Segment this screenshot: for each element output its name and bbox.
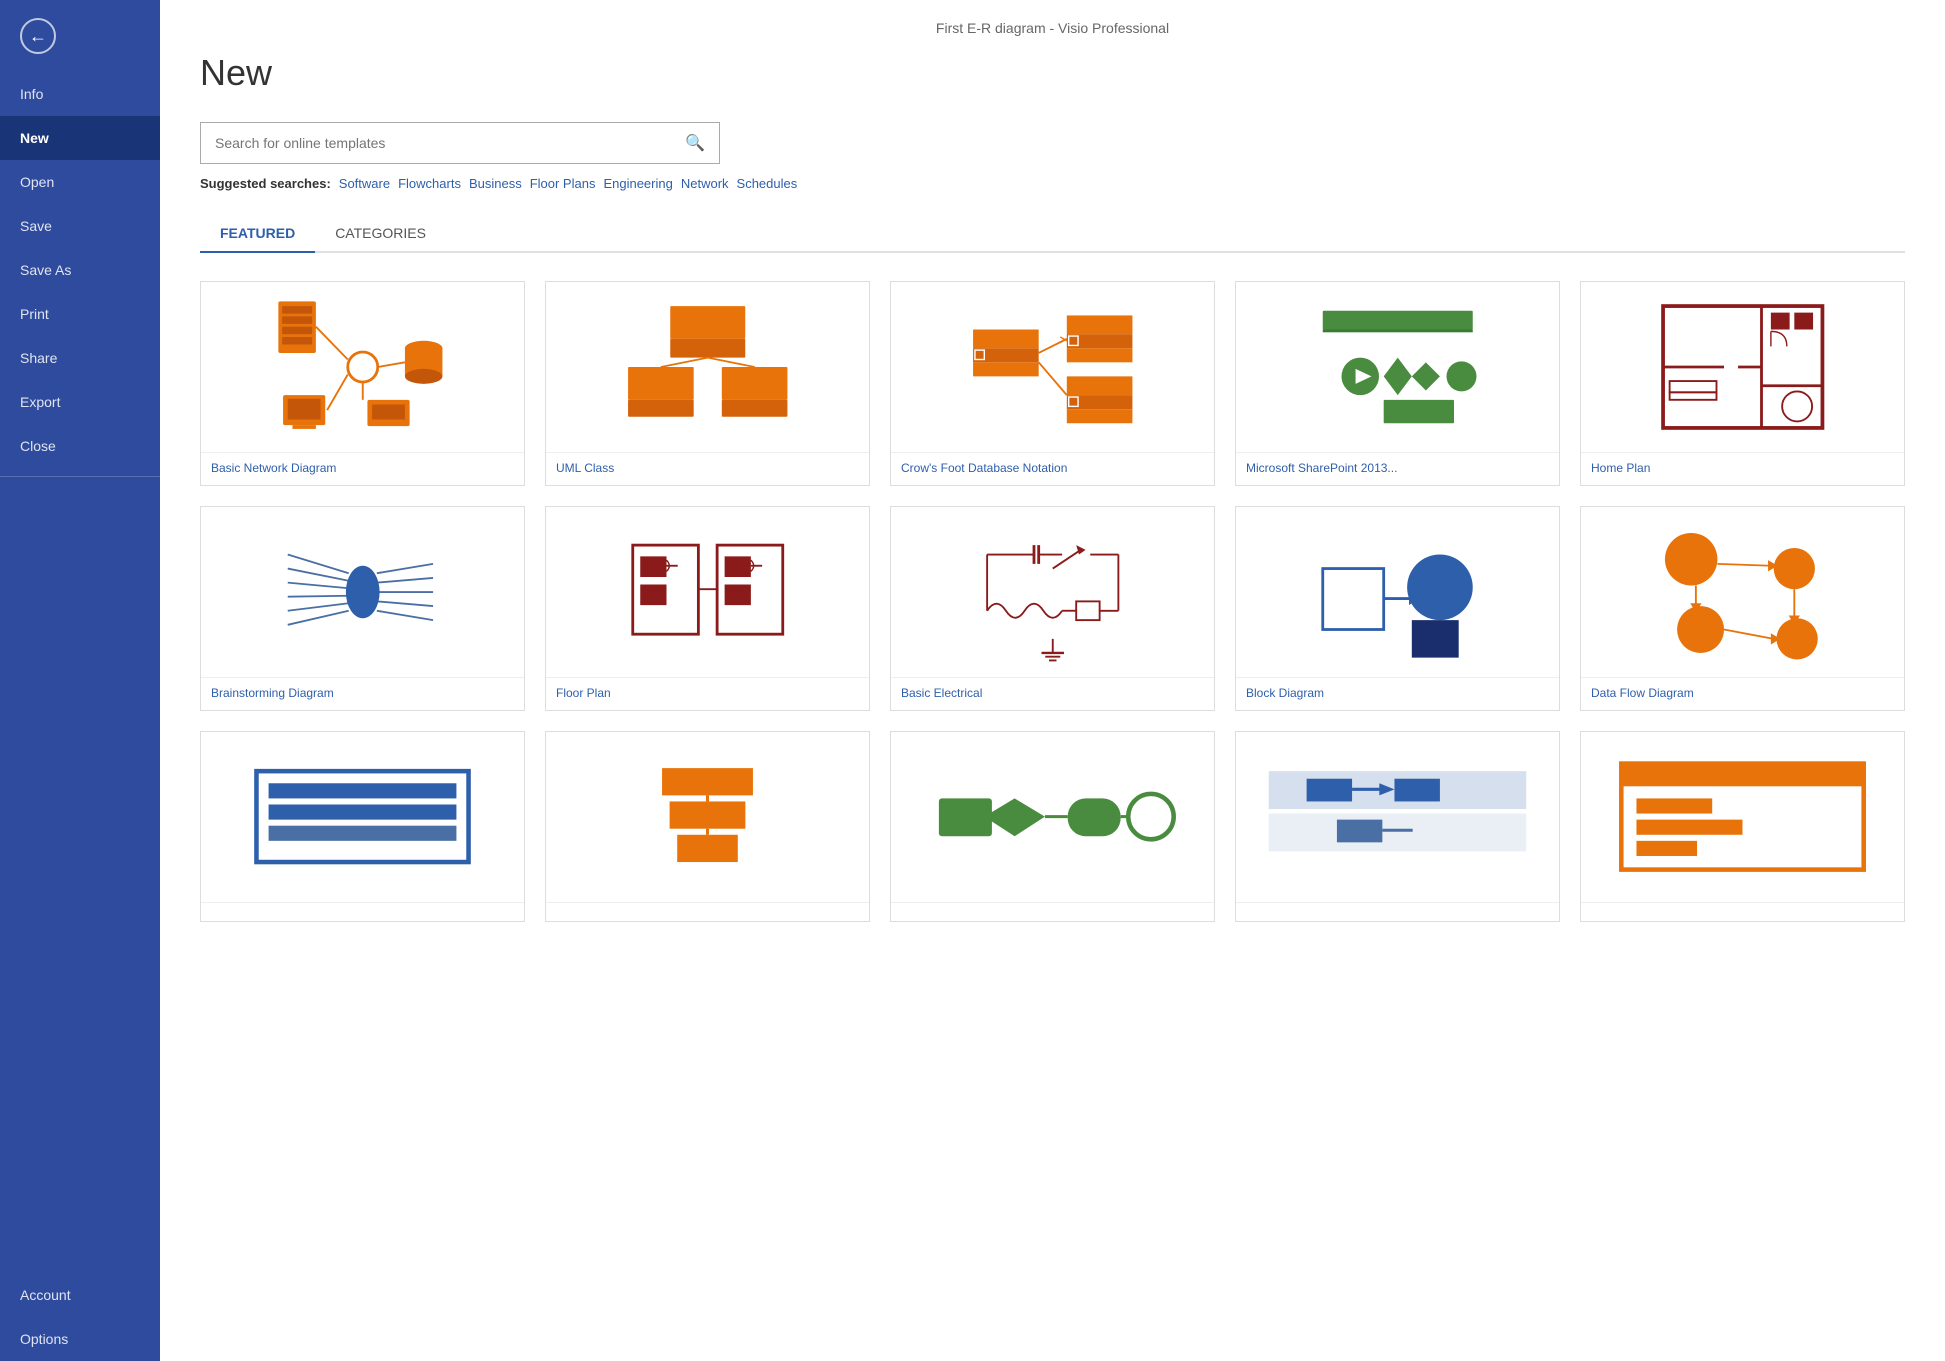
template-thumb-flowchart xyxy=(891,732,1214,902)
template-thumb-brainstorming xyxy=(201,507,524,677)
template-uml-class[interactable]: UML Class xyxy=(545,281,870,486)
suggested-network[interactable]: Network xyxy=(681,176,729,191)
sidebar-item-new[interactable]: New xyxy=(0,116,160,160)
template-thumb-basic-network xyxy=(201,282,524,452)
template-name-flowchart xyxy=(891,902,1214,921)
template-name-block-diagram: Block Diagram xyxy=(1236,677,1559,710)
template-name-cross-functional xyxy=(1236,902,1559,921)
template-name-brainstorming: Brainstorming Diagram xyxy=(201,677,524,710)
template-grid-row2: Brainstorming Diagram xyxy=(200,506,1905,711)
sidebar-item-save-as[interactable]: Save As xyxy=(0,248,160,292)
template-grid-row3 xyxy=(200,731,1905,922)
suggested-floor-plans[interactable]: Floor Plans xyxy=(530,176,596,191)
sidebar-item-share[interactable]: Share xyxy=(0,336,160,380)
template-name-more xyxy=(1581,902,1904,921)
back-button[interactable]: ← xyxy=(20,18,56,54)
template-thumb-sdl xyxy=(546,732,869,902)
sidebar-item-print[interactable]: Print xyxy=(0,292,160,336)
template-home-plan[interactable]: Home Plan xyxy=(1580,281,1905,486)
search-input[interactable] xyxy=(201,125,671,161)
template-block-diagram[interactable]: Block Diagram xyxy=(1235,506,1560,711)
template-name-rack xyxy=(201,902,524,921)
sidebar-item-account[interactable]: Account xyxy=(0,1273,160,1317)
template-name-home-plan: Home Plan xyxy=(1581,452,1904,485)
template-data-flow[interactable]: Data Flow Diagram xyxy=(1580,506,1905,711)
template-thumb-uml-class xyxy=(546,282,869,452)
template-name-crows-foot: Crow's Foot Database Notation xyxy=(891,452,1214,485)
suggested-searches: Suggested searches: Software Flowcharts … xyxy=(200,176,1905,191)
template-sharepoint[interactable]: Microsoft SharePoint 2013... xyxy=(1235,281,1560,486)
suggested-label: Suggested searches: xyxy=(200,176,331,191)
template-name-sdl xyxy=(546,902,869,921)
template-name-basic-electrical: Basic Electrical xyxy=(891,677,1214,710)
sidebar-bottom: Account Options xyxy=(0,1273,160,1361)
template-sdl[interactable] xyxy=(545,731,870,922)
suggested-schedules[interactable]: Schedules xyxy=(737,176,798,191)
template-thumb-more xyxy=(1581,732,1904,902)
tab-featured[interactable]: FEATURED xyxy=(200,215,315,253)
template-cross-functional[interactable] xyxy=(1235,731,1560,922)
template-flowchart[interactable] xyxy=(890,731,1215,922)
sidebar-item-options[interactable]: Options xyxy=(0,1317,160,1361)
template-thumb-crows-foot xyxy=(891,282,1214,452)
template-thumb-basic-electrical xyxy=(891,507,1214,677)
sidebar: ← Info New Open Save Save As Print Share… xyxy=(0,0,160,1361)
template-thumb-sharepoint xyxy=(1236,282,1559,452)
page-title: New xyxy=(200,52,1905,94)
template-thumb-home-plan xyxy=(1581,282,1904,452)
template-grid-row1: Basic Network Diagram xyxy=(200,281,1905,486)
template-name-data-flow: Data Flow Diagram xyxy=(1581,677,1904,710)
template-thumb-block-diagram xyxy=(1236,507,1559,677)
template-basic-electrical[interactable]: Basic Electrical xyxy=(890,506,1215,711)
template-basic-network[interactable]: Basic Network Diagram xyxy=(200,281,525,486)
suggested-software[interactable]: Software xyxy=(339,176,390,191)
template-rack[interactable] xyxy=(200,731,525,922)
template-name-basic-network: Basic Network Diagram xyxy=(201,452,524,485)
template-name-floor-plan: Floor Plan xyxy=(546,677,869,710)
template-name-uml-class: UML Class xyxy=(546,452,869,485)
sidebar-item-open[interactable]: Open xyxy=(0,160,160,204)
search-button[interactable]: 🔍 xyxy=(671,123,719,163)
sidebar-item-save[interactable]: Save xyxy=(0,204,160,248)
sidebar-divider xyxy=(0,476,160,477)
sidebar-item-close[interactable]: Close xyxy=(0,424,160,468)
template-thumb-cross-functional xyxy=(1236,732,1559,902)
sidebar-back-area: ← xyxy=(0,0,160,72)
window-title: First E-R diagram - Visio Professional xyxy=(200,20,1905,36)
template-thumb-data-flow xyxy=(1581,507,1904,677)
template-thumb-rack xyxy=(201,732,524,902)
tab-categories[interactable]: CATEGORIES xyxy=(315,215,446,253)
template-floor-plan[interactable]: Floor Plan xyxy=(545,506,870,711)
template-name-sharepoint: Microsoft SharePoint 2013... xyxy=(1236,452,1559,485)
sidebar-nav: Info New Open Save Save As Print Share E… xyxy=(0,72,160,1273)
main-content: First E-R diagram - Visio Professional N… xyxy=(160,0,1945,1361)
sidebar-item-info[interactable]: Info xyxy=(0,72,160,116)
template-crows-foot[interactable]: Crow's Foot Database Notation xyxy=(890,281,1215,486)
suggested-engineering[interactable]: Engineering xyxy=(603,176,672,191)
suggested-business[interactable]: Business xyxy=(469,176,522,191)
search-icon: 🔍 xyxy=(685,135,705,152)
suggested-flowcharts[interactable]: Flowcharts xyxy=(398,176,461,191)
template-brainstorming[interactable]: Brainstorming Diagram xyxy=(200,506,525,711)
template-tabs: FEATURED CATEGORIES xyxy=(200,215,1905,253)
search-box: 🔍 xyxy=(200,122,720,164)
template-more[interactable] xyxy=(1580,731,1905,922)
template-thumb-floor-plan xyxy=(546,507,869,677)
sidebar-item-export[interactable]: Export xyxy=(0,380,160,424)
